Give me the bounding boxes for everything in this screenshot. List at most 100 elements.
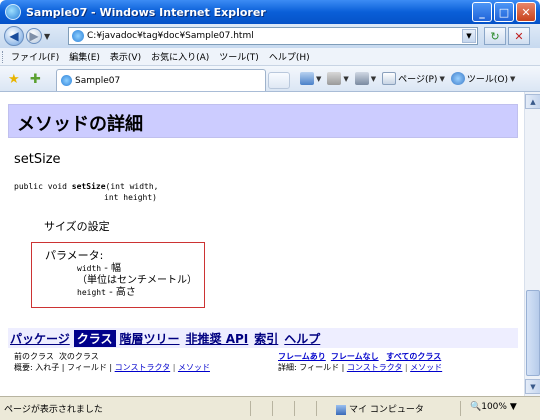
detail-separator: |	[402, 363, 411, 372]
feeds-dropdown-icon[interactable]: ▼	[343, 75, 348, 83]
param-width-desc: - 幅	[101, 263, 122, 274]
param-height-desc: - 高さ	[105, 287, 136, 298]
nav-index[interactable]: 索引	[252, 330, 280, 347]
tab-label: Sample07	[75, 75, 121, 86]
back-button[interactable]: ◀	[4, 26, 24, 46]
new-tab-button[interactable]	[268, 72, 290, 89]
menu-favorites[interactable]: お気に入り(A)	[146, 50, 214, 63]
stop-button[interactable]: ✕	[508, 27, 530, 45]
signature-prefix: public void	[14, 182, 72, 191]
zone-label: マイ コンピュータ	[349, 405, 424, 415]
method-detail-header: メソッドの詳細	[8, 104, 518, 138]
param-height-name: height	[77, 288, 106, 297]
method-detail-title: メソッドの詳細	[17, 114, 143, 135]
status-divider	[316, 401, 317, 416]
zoom-level: 100%	[481, 402, 507, 412]
summary-constructor-link[interactable]: コンストラクタ	[115, 363, 171, 372]
param-width-name: width	[77, 264, 102, 273]
page-dropdown-icon[interactable]: ▼	[439, 75, 444, 83]
status-divider	[272, 401, 273, 416]
signature-params-line1: (int width,	[105, 182, 159, 191]
title-bar: Sample07 - Windows Internet Explorer _ □…	[0, 0, 540, 24]
subnav-right: フレームあり フレームなし すべてのクラス 詳細: フィールド | コンストラク…	[278, 351, 442, 373]
status-text: ページが表示されました	[4, 405, 103, 415]
address-url: C:¥javadoc¥tag¥doc¥Sample07.html	[87, 31, 254, 41]
menu-edit[interactable]: 編集(E)	[64, 50, 105, 63]
nav-help[interactable]: ヘルプ	[282, 330, 322, 347]
nav-tree[interactable]: 階層ツリー	[118, 330, 182, 347]
parameters-box: パラメータ: width - 幅 （単位はセンチメートル） height - 高…	[31, 242, 205, 308]
scroll-up-icon[interactable]: ▲	[525, 94, 540, 109]
security-zone: マイ コンピュータ	[336, 402, 424, 415]
signature-method-name: setSize	[71, 182, 106, 191]
home-icon[interactable]	[300, 72, 314, 85]
allclasses-link[interactable]: すべてのクラス	[386, 352, 441, 361]
detail-method-link[interactable]: メソッド	[410, 363, 442, 372]
page-content: メソッドの詳細 setSize public void setSize(int …	[2, 92, 524, 396]
tools-menu-icon	[450, 72, 465, 85]
menu-view[interactable]: 表示(V)	[105, 50, 146, 63]
computer-icon	[336, 404, 346, 415]
detail-constructor-link[interactable]: コンストラクタ	[347, 363, 403, 372]
command-bar: ▼ ▼ ▼ ページ(P) ▼ ツール(O) ▼	[300, 72, 519, 85]
method-description: サイズの設定	[44, 220, 110, 233]
window-controls: _ □ ✕	[472, 2, 536, 22]
status-divider	[250, 401, 251, 416]
minimize-button[interactable]: _	[472, 2, 492, 22]
detail-prefix: 詳細: フィールド |	[278, 363, 347, 372]
history-dropdown-icon[interactable]: ▼	[44, 32, 50, 41]
method-signature: public void setSize(int width, int heigh…	[14, 181, 159, 203]
summary-method-link[interactable]: メソッド	[178, 363, 210, 372]
parameters-list: width - 幅 （単位はセンチメートル） height - 高さ	[77, 263, 197, 299]
ie-logo-icon	[5, 4, 21, 20]
signature-params-line2: int height)	[104, 193, 157, 202]
maximize-button[interactable]: □	[494, 2, 514, 22]
refresh-button[interactable]: ↻	[484, 27, 506, 45]
status-divider	[294, 401, 295, 416]
status-bar: ページが表示されました マイ コンピュータ 🔍100% ▼	[0, 396, 540, 420]
add-favorites-icon[interactable]: ✚	[30, 72, 41, 87]
status-divider	[460, 401, 461, 416]
summary-prefix: 概要: 入れ子 | フィールド |	[14, 363, 115, 372]
print-icon[interactable]	[354, 72, 369, 85]
nav-class: クラス	[73, 329, 116, 347]
summary-separator: |	[170, 363, 178, 372]
page-icon	[72, 30, 84, 42]
home-dropdown-icon[interactable]: ▼	[316, 75, 321, 83]
favorites-star-icon[interactable]: ★	[8, 72, 20, 87]
tab-toolbar: ★ ✚ Sample07 ▼ ▼ ▼ ページ(P) ▼ ツール(O) ▼	[0, 66, 540, 92]
scroll-thumb[interactable]	[526, 290, 540, 376]
feeds-icon[interactable]	[327, 72, 342, 85]
menu-tools[interactable]: ツール(T)	[214, 50, 264, 63]
frames-link[interactable]: フレームあり	[278, 352, 326, 361]
close-button[interactable]: ✕	[516, 2, 536, 22]
vertical-scrollbar[interactable]: ▲ ▼	[524, 92, 540, 396]
page-menu-button[interactable]: ページ(P)	[398, 72, 437, 85]
zoom-control[interactable]: 🔍100% ▼	[470, 402, 517, 412]
page-menu-icon	[382, 72, 397, 85]
address-dropdown-icon[interactable]: ▼	[462, 29, 476, 43]
prev-class-text: 前のクラス	[14, 352, 54, 361]
menu-help[interactable]: ヘルプ(H)	[264, 50, 315, 63]
print-dropdown-icon[interactable]: ▼	[371, 75, 376, 83]
method-name: setSize	[14, 152, 61, 167]
subnav-left: 前のクラス 次のクラス 概要: 入れ子 | フィールド | コンストラクタ | …	[14, 351, 210, 373]
forward-button[interactable]: ▶	[26, 28, 42, 44]
tab-sample07[interactable]: Sample07	[56, 69, 266, 91]
menu-bar: ファイル(F) 編集(E) 表示(V) お気に入り(A) ツール(T) ヘルプ(…	[0, 48, 540, 66]
window-title: Sample07 - Windows Internet Explorer	[26, 5, 266, 19]
noframes-link[interactable]: フレームなし	[331, 352, 379, 361]
parameters-label: パラメータ:	[45, 249, 104, 262]
param-width-note: （単位はセンチメートル）	[77, 275, 197, 286]
next-class-text: 次のクラス	[58, 352, 99, 361]
tab-page-icon	[61, 75, 72, 86]
nav-package[interactable]: パッケージ	[8, 330, 72, 347]
scroll-down-icon[interactable]: ▼	[525, 379, 540, 394]
address-toolbar: ◀ ▶ ▼ C:¥javadoc¥tag¥doc¥Sample07.html ▼…	[0, 24, 540, 48]
tools-dropdown-icon[interactable]: ▼	[510, 75, 515, 83]
address-bar[interactable]: C:¥javadoc¥tag¥doc¥Sample07.html ▼	[68, 27, 478, 45]
tools-menu-button[interactable]: ツール(O)	[467, 72, 508, 85]
nav-deprecated[interactable]: 非推奨 API	[184, 330, 251, 347]
menu-file[interactable]: ファイル(F)	[6, 50, 64, 63]
javadoc-navbar: パッケージ クラス 階層ツリー 非推奨 API 索引 ヘルプ	[8, 328, 518, 348]
